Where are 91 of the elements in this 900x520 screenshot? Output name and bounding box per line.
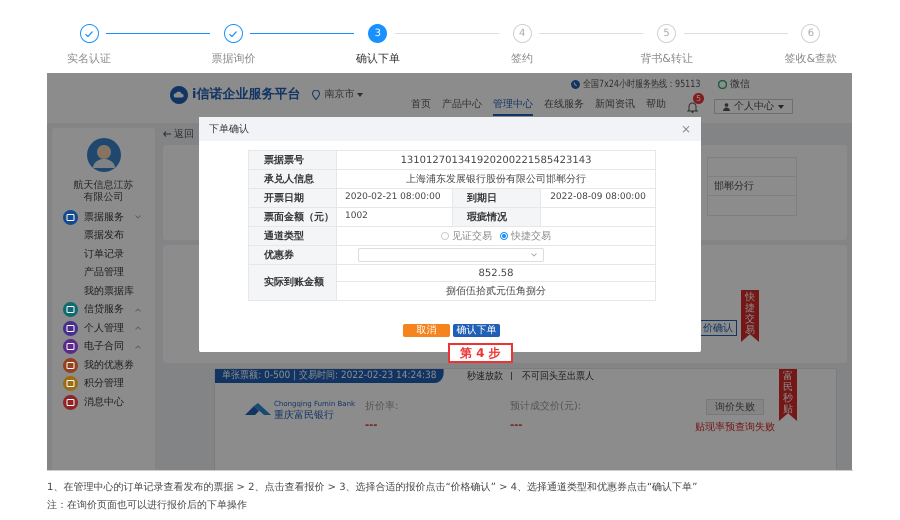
instruction-text: 注：在询价页面也可以进行报价后的下单操作 <box>47 498 248 513</box>
menu-item[interactable]: 消息中心 <box>63 393 141 412</box>
field-label: 优惠券 <box>249 246 337 264</box>
ribbon-tag: 富民秒贴 <box>779 369 797 421</box>
caret-down-icon <box>357 92 364 97</box>
field-value: 1002 <box>345 210 368 224</box>
field-label: 瑕疵情况 <box>453 208 541 226</box>
user-menu-button[interactable]: 个人中心 <box>714 99 793 114</box>
field-value: 捌佰伍拾贰元伍角捌分 <box>446 284 546 298</box>
chevron-down-icon <box>135 215 141 220</box>
field-value: 131012701341920200221585423143 <box>400 154 592 168</box>
submenu-item[interactable]: 票据发布 <box>63 226 141 245</box>
cancel-button[interactable]: 取消 <box>403 324 450 337</box>
offer-tag: 单张票额: 0-500 | 交易时间: 2022-02-23 14:24:38 <box>215 369 444 383</box>
field-value: 上海浦东发展银行股份有限公司邯郸分行 <box>405 172 587 186</box>
rate-value: --- <box>365 419 378 433</box>
step-callout: 第 4 步 <box>448 343 513 363</box>
radio-option[interactable]: 快捷交易 <box>500 228 551 244</box>
menu-item[interactable]: 个人管理 <box>63 319 141 338</box>
caret-down-icon <box>778 104 784 108</box>
step-number: 6 <box>801 24 820 43</box>
field-value: 2020-02-21 08:00:00 <box>345 191 441 204</box>
confirm-order-button[interactable]: 确认下单 <box>453 324 500 337</box>
price-label: 预计成交价(元): <box>510 400 582 414</box>
check-icon <box>228 28 238 38</box>
back-arrow-icon <box>163 131 171 137</box>
bell-icon[interactable] <box>687 100 698 112</box>
submenu-item[interactable]: 订单记录 <box>63 245 141 264</box>
back-link[interactable]: 返回 <box>163 126 194 142</box>
company-name: 航天信息江苏有限公司 <box>72 180 134 204</box>
ribbon-tag: 快捷交易 <box>741 290 759 342</box>
table-cell-text: 邯郸分行 <box>714 180 754 194</box>
check-icon <box>84 28 94 38</box>
chevron-down-icon <box>531 253 537 257</box>
nav-item[interactable]: 帮助 <box>646 97 666 116</box>
menu-item[interactable]: 票据服务 <box>63 208 141 226</box>
step-number: 4 <box>512 24 532 43</box>
field-label: 到期日 <box>453 189 541 207</box>
close-button[interactable]: × <box>680 123 691 135</box>
menu-item[interactable]: 信贷服务 <box>63 300 141 319</box>
bank-logo-icon <box>245 403 271 417</box>
dialog-title: 下单确认 <box>209 122 249 136</box>
field-label: 开票日期 <box>249 189 337 207</box>
field-label: 承兑人信息 <box>249 170 337 188</box>
location-pin-icon <box>312 90 320 100</box>
rate-label: 折价率: <box>365 400 400 414</box>
field-label: 实际到账金额 <box>249 265 337 300</box>
menu-item[interactable]: 电子合同 <box>63 338 141 356</box>
step-number: 5 <box>657 24 676 43</box>
nav-item[interactable]: 首页 <box>411 97 431 116</box>
phone-icon <box>571 80 580 89</box>
step-label: 签约 <box>511 51 534 67</box>
field-value: 852.58 <box>478 266 514 280</box>
nav-item[interactable]: 产品中心 <box>442 97 482 116</box>
step-number: 3 <box>368 24 388 43</box>
field-label: 通道类型 <box>249 227 337 245</box>
field-value: 2022-08-09 08:00:00 <box>550 191 646 204</box>
user-icon <box>723 102 730 110</box>
instruction-text: 1、在管理中心的订单记录查看发布的票据 > 2、点击查看报价 > 3、选择合适的报价点击“价格确认” > 4、选择通道类型和优惠券点击“确认下单” <box>47 480 698 495</box>
radio-option[interactable]: 见证交易 <box>441 228 492 244</box>
avatar-icon <box>86 138 120 172</box>
chat-bubble-icon <box>718 80 727 89</box>
bank-name: 重庆富民银行 <box>274 410 335 421</box>
chevron-up-icon <box>135 344 141 349</box>
field-label: 票面金额（元） <box>249 208 337 226</box>
step-label: 确认下单 <box>356 51 400 67</box>
nav-item[interactable]: 新闻资讯 <box>595 97 635 116</box>
submenu-item[interactable]: 我的票据库 <box>63 282 141 300</box>
step-label: 实名认证 <box>67 51 111 67</box>
submenu-item[interactable]: 产品管理 <box>63 264 141 282</box>
cloud-logo-icon <box>170 86 188 104</box>
chevron-up-icon <box>135 326 141 330</box>
step-label: 票据询价 <box>211 51 256 67</box>
feature-text: 不可回头至出票人 <box>522 370 594 384</box>
error-message: 贴现率预查询失败 <box>695 420 775 435</box>
city-selector[interactable]: 南京市 <box>324 87 364 102</box>
inquiry-failed-button[interactable]: 询价失败 <box>706 399 764 415</box>
chevron-up-icon <box>135 308 141 312</box>
notification-badge: 5 <box>693 92 704 104</box>
menu-item[interactable]: 积分管理 <box>63 374 141 393</box>
brand-name: i信诺企业服务平台 <box>192 86 300 104</box>
field-label: 票据票号 <box>249 151 337 169</box>
price-value: --- <box>510 419 524 433</box>
confirm-price-button[interactable]: 价确认 <box>699 320 737 336</box>
step-label: 签收&查款 <box>784 51 838 67</box>
feature-text: 秒速放款 <box>467 370 504 384</box>
hotline-text: 全国7x24小时服务热线：95113 <box>583 78 701 92</box>
step-label: 背书&转让 <box>640 51 693 67</box>
nav-item[interactable]: 在线服务 <box>544 97 584 116</box>
menu-item[interactable]: 我的优惠券 <box>63 356 141 374</box>
wechat-link[interactable]: 微信 <box>730 77 750 92</box>
